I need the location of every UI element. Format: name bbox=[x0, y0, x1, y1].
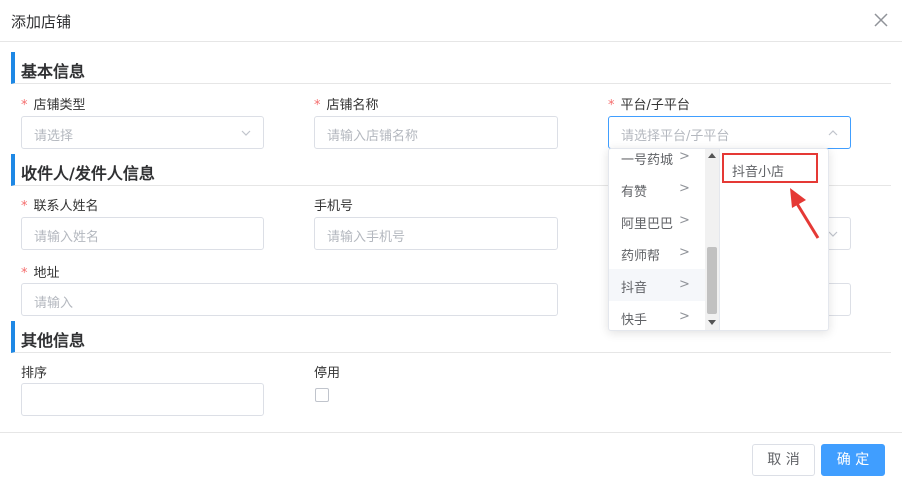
store-name-input[interactable]: 请输入店铺名称 bbox=[314, 116, 558, 149]
cascader-option[interactable]: 一号药城 > bbox=[609, 149, 705, 173]
required-mark: * bbox=[21, 199, 28, 214]
close-icon[interactable] bbox=[870, 9, 892, 31]
address-input[interactable]: 请输入 bbox=[21, 283, 558, 316]
option-label: 阿里巴巴 bbox=[621, 217, 674, 232]
annotation-arrow-icon bbox=[790, 188, 820, 239]
disabled-checkbox[interactable] bbox=[315, 388, 329, 402]
chevron-right-icon: > bbox=[679, 309, 690, 324]
option-label: 快手 bbox=[621, 313, 648, 328]
chevron-down-icon bbox=[241, 130, 251, 136]
section-title-contact: 收件人/发件人信息 bbox=[21, 164, 155, 183]
cascader-option[interactable]: 阿里巴巴 > bbox=[609, 205, 705, 237]
confirm-button[interactable]: 确 定 bbox=[821, 444, 885, 476]
platform-cascader-input[interactable]: 请选择平台/子平台 bbox=[608, 116, 851, 149]
store-type-select[interactable]: 请选择 bbox=[21, 116, 264, 149]
option-label: 一号药城 bbox=[621, 153, 674, 168]
chevron-right-icon: > bbox=[679, 149, 690, 164]
contact-name-label: * 联系人姓名 bbox=[21, 195, 99, 214]
scroll-down-arrow-icon[interactable] bbox=[708, 320, 716, 325]
sort-input[interactable] bbox=[21, 383, 264, 416]
option-label: 抖音 bbox=[621, 281, 648, 296]
dialog-title: 添加店铺 bbox=[11, 13, 72, 31]
dialog-header: 添加店铺 bbox=[0, 0, 902, 42]
phone-placeholder: 请输入手机号 bbox=[327, 230, 406, 245]
option-label: 有赞 bbox=[621, 185, 648, 200]
required-mark: * bbox=[21, 266, 28, 281]
store-name-label: * 店铺名称 bbox=[314, 94, 379, 113]
required-mark: * bbox=[314, 98, 321, 113]
required-mark: * bbox=[21, 98, 28, 113]
contact-name-input[interactable]: 请输入姓名 bbox=[21, 217, 264, 250]
store-name-label-text: 店铺名称 bbox=[326, 98, 379, 113]
disabled-label: 停用 bbox=[314, 366, 341, 381]
option-label: 药师帮 bbox=[621, 249, 661, 264]
phone-label: 手机号 bbox=[314, 199, 354, 214]
contact-name-placeholder: 请输入姓名 bbox=[34, 230, 100, 245]
platform-label-text: 平台/子平台 bbox=[620, 98, 690, 113]
add-store-dialog: 添加店铺 基本信息 * 店铺类型 请选择 * 店铺名称 请输入店铺名称 * 平台/子平… bbox=[0, 0, 902, 486]
scrollbar-thumb[interactable] bbox=[707, 247, 717, 314]
footer-divider bbox=[0, 432, 902, 433]
platform-placeholder: 请选择平台/子平台 bbox=[621, 129, 730, 144]
cascader-option[interactable]: 快手 > bbox=[609, 301, 705, 330]
cascader-option-active[interactable]: 抖音 > bbox=[609, 269, 705, 301]
store-type-label-text: 店铺类型 bbox=[33, 98, 86, 113]
chevron-right-icon: > bbox=[679, 277, 690, 292]
store-type-label: * 店铺类型 bbox=[21, 94, 86, 113]
section-title-other: 其他信息 bbox=[21, 331, 86, 350]
platform-label: * 平台/子平台 bbox=[608, 94, 690, 113]
contact-name-label-text: 联系人姓名 bbox=[33, 199, 99, 214]
option-label: 抖音小店 bbox=[732, 165, 785, 180]
address-placeholder: 请输入 bbox=[34, 296, 74, 311]
phone-input[interactable]: 请输入手机号 bbox=[314, 217, 558, 250]
sort-label: 排序 bbox=[21, 366, 48, 381]
scroll-up-arrow-icon[interactable] bbox=[708, 153, 716, 158]
chevron-right-icon: > bbox=[679, 245, 690, 260]
address-label-text: 地址 bbox=[33, 266, 60, 281]
section-basic-info: 基本信息 bbox=[11, 52, 891, 84]
cascader-option-douyin-store[interactable]: 抖音小店 bbox=[722, 153, 818, 183]
cascader-option[interactable]: 药师帮 > bbox=[609, 237, 705, 269]
required-mark: * bbox=[608, 98, 615, 113]
chevron-right-icon: > bbox=[679, 213, 690, 228]
address-label: * 地址 bbox=[21, 262, 60, 281]
section-title-basic: 基本信息 bbox=[21, 62, 86, 81]
chevron-down-icon bbox=[828, 231, 838, 237]
cascader-option[interactable]: 有赞 > bbox=[609, 173, 705, 205]
cascader-menu-level1: 一号药城 > 有赞 > 阿里巴巴 > 药师帮 > 抖音 > 快手 > bbox=[609, 149, 720, 330]
store-type-placeholder: 请选择 bbox=[34, 129, 74, 144]
store-name-placeholder: 请输入店铺名称 bbox=[327, 129, 419, 144]
chevron-right-icon: > bbox=[679, 181, 690, 196]
cancel-button[interactable]: 取 消 bbox=[752, 444, 815, 476]
cascader-scrollbar[interactable] bbox=[705, 149, 719, 330]
chevron-up-icon bbox=[828, 130, 838, 136]
